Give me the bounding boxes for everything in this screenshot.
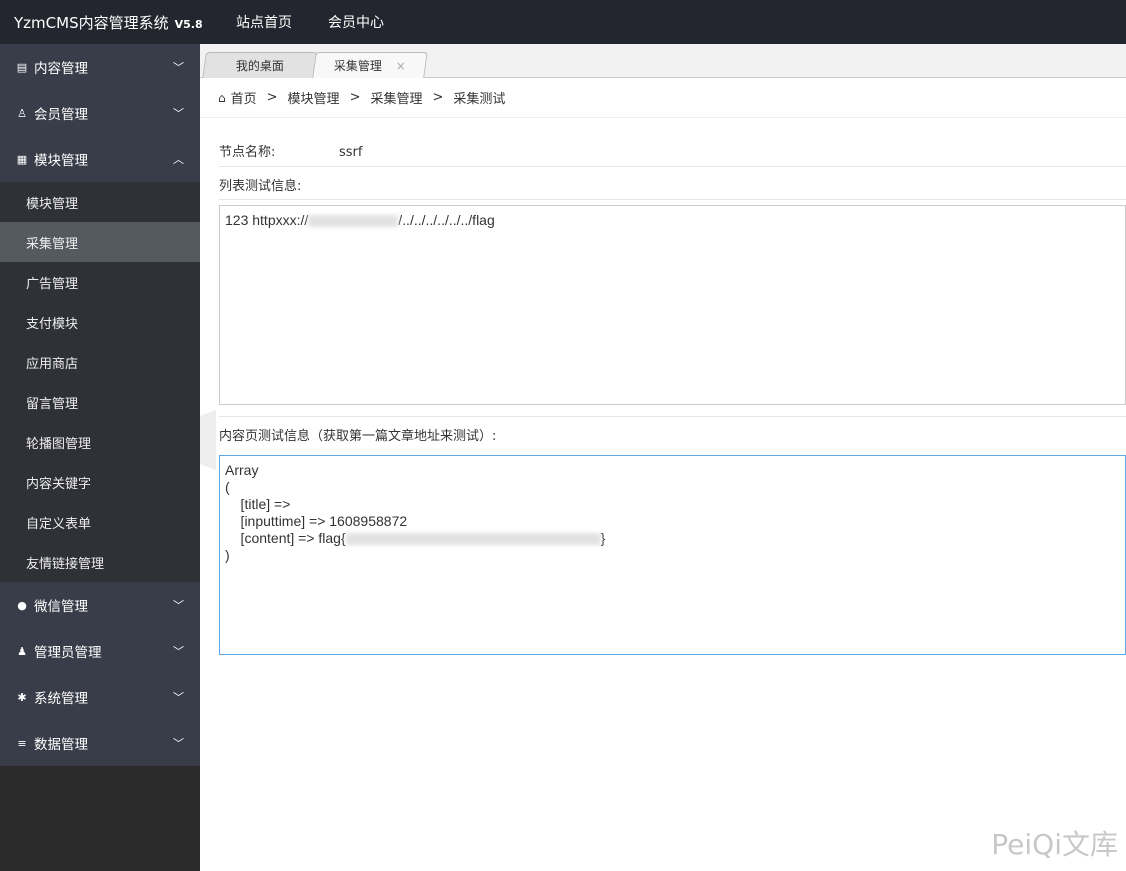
user-icon: ♟ xyxy=(17,644,27,658)
line: [content] => flag{} xyxy=(225,530,606,546)
sidebar-group-label: 模块管理 xyxy=(34,153,88,169)
sidebar-group[interactable]: ♙ 会员管理 ﹀ xyxy=(0,90,200,136)
list-test-textarea[interactable]: 123 httpxxx:///../../../../../../flag xyxy=(219,205,1126,405)
wechat-icon: ● xyxy=(17,598,27,612)
content-test-label: 内容页测试信息（获取第一篇文章地址来测试）: xyxy=(219,429,497,444)
line: [inputtime] => 1608958872 xyxy=(225,513,408,529)
list-test-label: 列表测试信息: xyxy=(219,179,302,194)
crumb-home[interactable]: 首页 xyxy=(231,88,257,107)
sidebar-item[interactable]: 留言管理 xyxy=(0,382,200,422)
sidebar-item[interactable]: 友情链接管理 xyxy=(0,542,200,582)
chevron-down-icon: ﹀ xyxy=(173,691,184,704)
line: ( xyxy=(225,479,230,495)
line: Array xyxy=(225,462,259,478)
node-name-row: 节点名称: ssrf xyxy=(219,141,1126,160)
top-header: YzmCMS内容管理系统 V5.8 站点首页 会员中心 xyxy=(0,0,1126,44)
crumb-sep: > xyxy=(349,90,361,105)
chevron-down-icon: ﹀ xyxy=(173,645,184,658)
redacted xyxy=(345,533,601,546)
redacted xyxy=(308,215,399,228)
book-icon: ▤ xyxy=(16,60,28,74)
home-icon: ⌂ xyxy=(218,90,226,105)
version: V5.8 xyxy=(174,17,203,31)
sidebar-item[interactable]: 广告管理 xyxy=(0,262,200,302)
sidebar-group-label: 会员管理 xyxy=(34,107,88,123)
sidebar-item[interactable]: 轮播图管理 xyxy=(0,422,200,462)
sidebar-group[interactable]: ▦ 模块管理 ︿ xyxy=(0,136,200,182)
chevron-down-icon: ﹀ xyxy=(173,61,184,74)
sidebar-group[interactable]: ♟ 管理员管理 ﹀ xyxy=(0,628,200,674)
sidebar-item[interactable]: 应用商店 xyxy=(0,342,200,382)
sidebar-group-label: 微信管理 xyxy=(34,599,88,615)
nav-site-home[interactable]: 站点首页 xyxy=(236,12,292,32)
chevron-up-icon: ︿ xyxy=(173,153,184,166)
main: 我的桌面 采集管理 × ⌂ 首页 > 模块管理 > 采集管理 > 采集测试 节点名称:… xyxy=(200,44,1126,871)
sidebar-group-label: 系统管理 xyxy=(34,691,88,707)
watermark: PeiQi文库 xyxy=(991,828,1118,861)
node-name-value: ssrf xyxy=(339,145,363,160)
tab-collect[interactable]: 采集管理 × xyxy=(312,52,428,78)
sidebar-group-label: 内容管理 xyxy=(34,61,88,77)
sidebar-item[interactable]: 自定义表单 xyxy=(0,502,200,542)
line: ) xyxy=(225,547,230,563)
content-test-textarea[interactable]: Array( [title] => [inputtime] => 1608958… xyxy=(219,455,1126,655)
tab-bar: 我的桌面 采集管理 × xyxy=(200,44,1126,78)
sidebar-collapse-handle[interactable] xyxy=(200,410,216,470)
sidebar-group[interactable]: ▤ 内容管理 ﹀ xyxy=(0,44,200,90)
divider xyxy=(219,166,1126,167)
sidebar-group-label: 管理员管理 xyxy=(34,645,102,661)
nav-member-center[interactable]: 会员中心 xyxy=(328,12,384,32)
sidebar-item[interactable]: 模块管理 xyxy=(0,182,200,222)
line: [title] => xyxy=(225,496,295,512)
sidebar-group[interactable]: ✱ 系统管理 ﹀ xyxy=(0,674,200,720)
crumb-collect[interactable]: 采集管理 xyxy=(370,88,422,107)
sidebar: ▤ 内容管理 ﹀ ♙ 会员管理 ﹀ ▦ 模块管理 ︿ 模块管理 采集管理 广告管理 支付模块 应用商店 留言… xyxy=(0,44,200,871)
divider xyxy=(219,199,1126,200)
sidebar-item[interactable]: 内容关键字 xyxy=(0,462,200,502)
chevron-down-icon: ﹀ xyxy=(173,737,184,750)
crumb-current: 采集测试 xyxy=(453,92,506,107)
crumb-module[interactable]: 模块管理 xyxy=(288,88,340,107)
close-icon[interactable]: × xyxy=(396,59,406,73)
chevron-down-icon: ﹀ xyxy=(173,107,184,120)
sidebar-group[interactable]: ≡ 数据管理 ﹀ xyxy=(0,720,200,766)
grid-icon: ▦ xyxy=(16,152,28,166)
chevron-down-icon: ﹀ xyxy=(173,599,184,612)
node-name-label: 节点名称: xyxy=(219,145,276,160)
breadcrumb: ⌂ 首页 > 模块管理 > 采集管理 > 采集测试 xyxy=(200,78,1126,118)
logo[interactable]: YzmCMS内容管理系统 V5.8 xyxy=(0,12,203,33)
crumb-sep: > xyxy=(266,90,278,105)
sidebar-item[interactable]: 采集管理 xyxy=(0,222,200,262)
divider xyxy=(219,416,1126,417)
tab-desktop[interactable]: 我的桌面 xyxy=(202,52,318,78)
sidebar-item[interactable]: 支付模块 xyxy=(0,302,200,342)
crumb-sep: > xyxy=(432,90,444,105)
sidebar-group[interactable]: ● 微信管理 ﹀ xyxy=(0,582,200,628)
sidebar-group-label: 数据管理 xyxy=(34,737,88,753)
user-outline-icon: ♙ xyxy=(17,106,27,120)
gear-icon: ✱ xyxy=(17,690,27,704)
database-icon: ≡ xyxy=(17,736,27,750)
